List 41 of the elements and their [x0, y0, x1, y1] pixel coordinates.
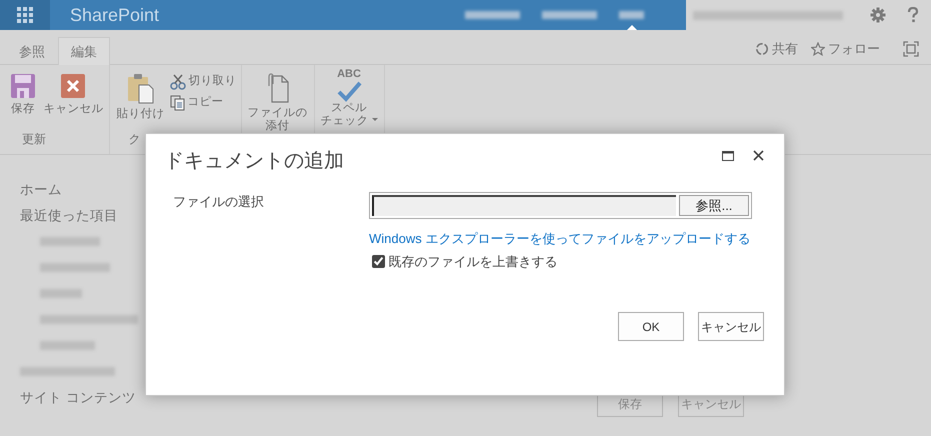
ribbon-group-label: ク — [128, 131, 140, 148]
nav-link[interactable]: 最近使った項目 — [20, 208, 118, 223]
copy-button[interactable]: コピー — [188, 94, 224, 112]
save-button[interactable]: 保存 — [11, 103, 35, 116]
help-icon[interactable] — [906, 7, 918, 23]
spell-check-icon: ABC — [336, 69, 362, 102]
file-input[interactable]: 参照... — [369, 192, 752, 219]
share-link[interactable]: 共有 — [772, 39, 798, 59]
field-label: ファイルの選択 — [172, 193, 265, 211]
cancel-icon — [60, 73, 86, 99]
browse-button[interactable]: 参照... — [679, 195, 749, 216]
upload-link[interactable]: Windows エクスプローラーを使ってファイルをアップロードする — [369, 229, 752, 248]
follow-link[interactable]: フォロー — [828, 39, 880, 59]
close-icon[interactable] — [753, 150, 764, 161]
checkbox-label: 既存のファイルを上書きする — [388, 252, 558, 270]
clipboard-icon — [126, 73, 154, 104]
attach-file-button[interactable]: ファイルの 添付 — [248, 107, 308, 132]
overwrite-checkbox[interactable] — [372, 254, 385, 268]
share-icon — [754, 42, 768, 56]
app-launcher-icon[interactable] — [17, 7, 33, 23]
paste-button[interactable]: 貼り付け — [116, 108, 164, 121]
cancel-button[interactable]: キャンセル — [698, 312, 764, 341]
ribbon-tab[interactable]: 参照 — [6, 37, 58, 65]
nav-link[interactable]: サイト コンテンツ — [20, 390, 136, 405]
nav-link[interactable]: ホーム — [20, 182, 62, 197]
ribbon-tab[interactable]: 編集 — [58, 37, 110, 65]
settings-icon[interactable] — [870, 7, 886, 23]
ok-button[interactable]: OK — [618, 312, 684, 341]
focus-mode-icon[interactable] — [903, 41, 919, 57]
cancel-button[interactable]: キャンセル — [43, 103, 104, 116]
cut-button[interactable]: 切り取り — [188, 73, 236, 90]
star-icon — [810, 42, 825, 56]
checkmark-icon — [336, 80, 362, 102]
spell-check-button[interactable]: スペル チェック — [320, 102, 378, 128]
dialog-title: ドキュメントの追加 — [164, 149, 344, 174]
scissors-icon — [170, 74, 186, 90]
copy-icon — [170, 94, 184, 111]
maximize-icon[interactable] — [722, 150, 734, 160]
app-name[interactable]: SharePoint — [70, 0, 160, 30]
ribbon-group-label: 更新 — [22, 131, 46, 148]
paperclip-document-icon — [266, 73, 289, 103]
